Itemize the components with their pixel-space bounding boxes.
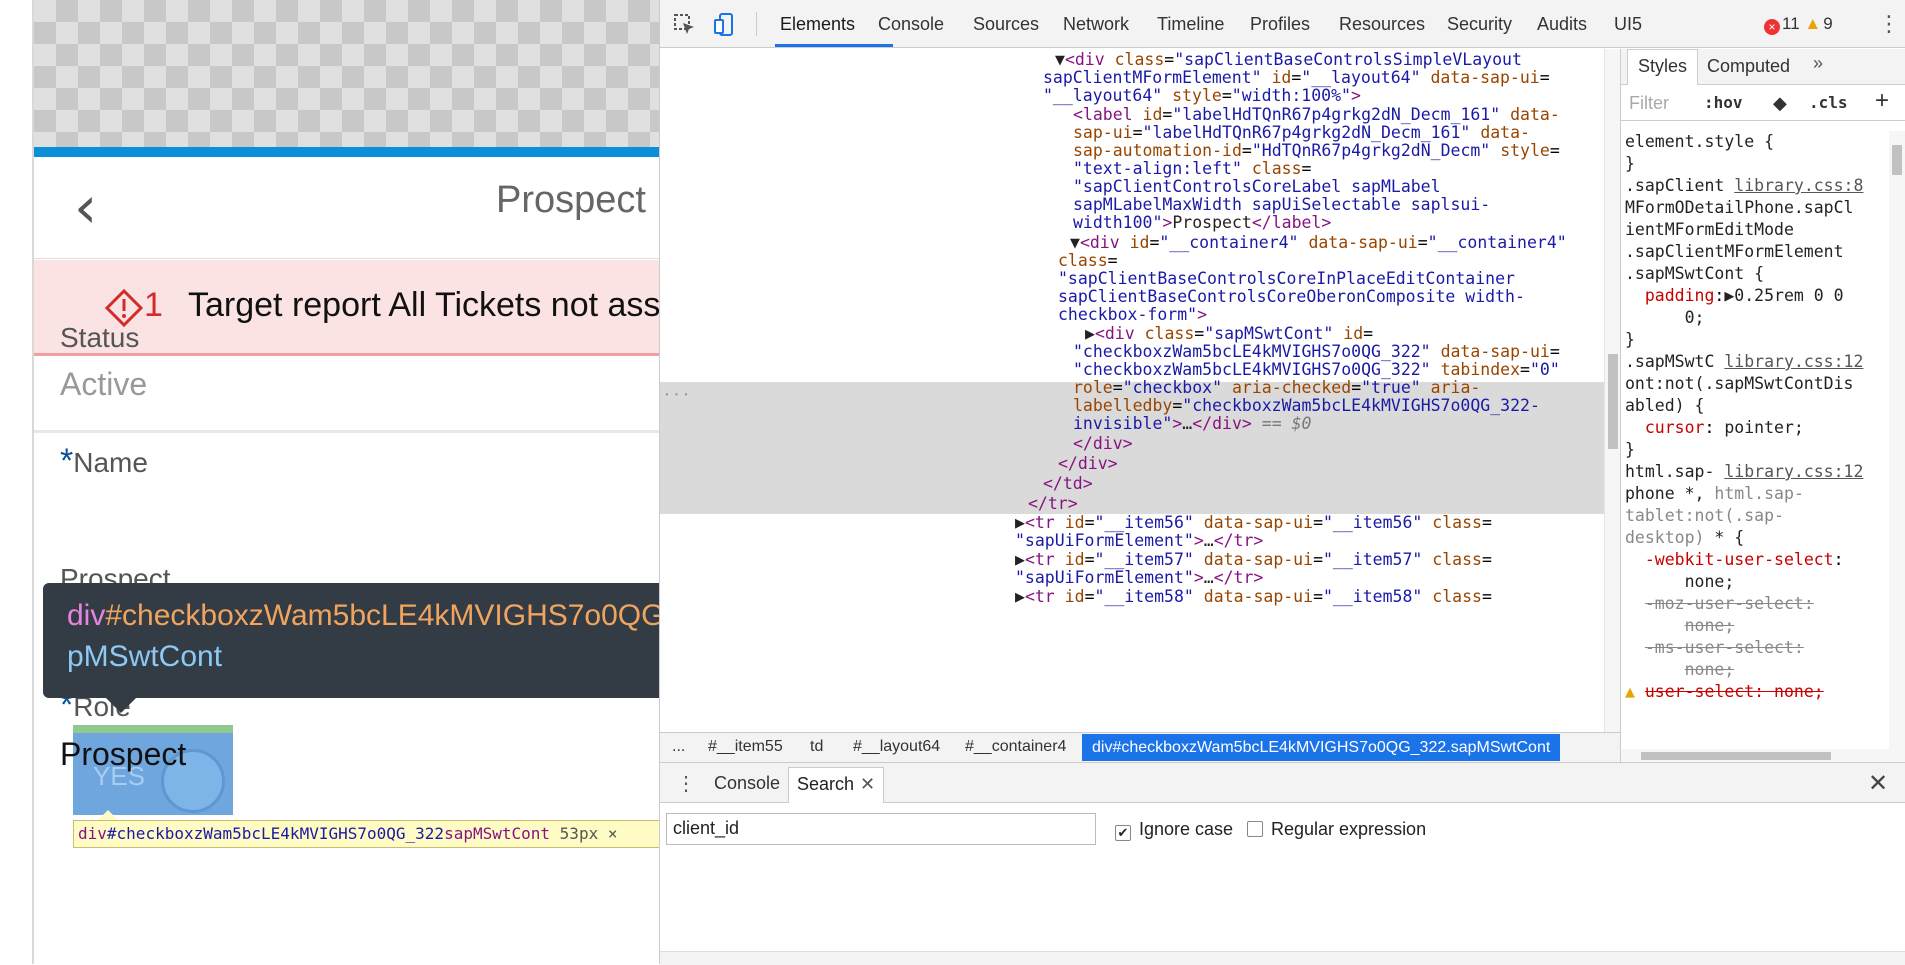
elements-scrollbar[interactable] bbox=[1604, 49, 1620, 732]
filter-input[interactable]: Filter bbox=[1629, 93, 1669, 114]
styles-hscrollbar[interactable] bbox=[1621, 749, 1905, 762]
left-gutter bbox=[0, 0, 34, 964]
name-label: Name bbox=[73, 447, 148, 478]
breadcrumb-item-selected[interactable]: div#checkboxzWam5bcLE4kMVIGHS7o0QG_322.s… bbox=[1082, 734, 1561, 761]
tab-resources[interactable]: Resources bbox=[1339, 14, 1425, 35]
drawer-menu-icon[interactable]: ⋮ bbox=[676, 771, 696, 796]
kebab-menu-icon[interactable]: ⋮ bbox=[1878, 12, 1900, 37]
dom-line[interactable]: ▼<div id="__container4" data-sap-ui="__c… bbox=[1070, 232, 1567, 254]
node-actions-ellipsis[interactable]: ··· bbox=[662, 384, 691, 406]
drawer-tab-search[interactable]: Search ✕ bbox=[788, 767, 885, 803]
ignore-case-checkbox[interactable]: ✔ Ignore case bbox=[1115, 819, 1233, 841]
new-rule-icon[interactable]: + bbox=[1875, 87, 1889, 115]
status-label: Status bbox=[60, 322, 140, 353]
dom-line[interactable]: </div> bbox=[1058, 453, 1118, 475]
header-accent-bar bbox=[34, 147, 659, 157]
checkbox-checked-icon[interactable]: ✔ bbox=[1115, 825, 1131, 841]
header-image-placeholder bbox=[34, 0, 659, 147]
error-count: 11 bbox=[1782, 14, 1800, 33]
elements-dom-tree[interactable]: ··· ▼<div class="sapClientBaseControlsSi… bbox=[660, 49, 1620, 732]
tab-security[interactable]: Security bbox=[1447, 14, 1512, 35]
tab-audits[interactable]: Audits bbox=[1537, 14, 1587, 35]
element-highlight-label: div#checkboxzWam5bcLE4kMVIGHS7o0QG_322sa… bbox=[73, 820, 659, 848]
tooltip-class: pMSwtCont bbox=[67, 640, 223, 673]
page-title: Prospect bbox=[496, 179, 646, 221]
hl-tag: div bbox=[78, 824, 107, 843]
close-tab-icon[interactable]: ✕ bbox=[860, 774, 875, 794]
tab-console[interactable]: Console bbox=[878, 14, 944, 35]
ignore-case-label: Ignore case bbox=[1139, 819, 1234, 839]
devtools-toolbar: Elements Console Sources Network Timelin… bbox=[660, 0, 1905, 48]
styles-filter-bar: Filter :hov ◆ .cls + bbox=[1621, 85, 1905, 121]
dom-line[interactable]: ▶<tr id="__item58" data-sap-ui="__item58… bbox=[1015, 586, 1492, 608]
scrollbar-thumb[interactable] bbox=[1608, 354, 1618, 449]
search-input[interactable]: client_id bbox=[666, 813, 1096, 845]
tooltip-arrow bbox=[105, 697, 137, 713]
dom-line-selected[interactable]: invisible">…</div> == $0 bbox=[1073, 413, 1311, 435]
role-value: Prospect bbox=[60, 736, 187, 772]
scrollbar-thumb[interactable] bbox=[1892, 145, 1902, 175]
dom-line[interactable]: </div> bbox=[1073, 433, 1133, 455]
hover-state-toggle[interactable]: :hov bbox=[1704, 93, 1743, 112]
regex-label: Regular expression bbox=[1271, 819, 1427, 839]
hl-size: 53px × bbox=[559, 824, 618, 843]
more-tabs-icon[interactable]: » bbox=[1813, 53, 1823, 74]
breadcrumb-item[interactable]: #__layout64 bbox=[853, 738, 940, 756]
error-message: Target report All Tickets not assigned bbox=[188, 286, 660, 324]
warning-count: 9 bbox=[1823, 14, 1833, 33]
tab-computed[interactable]: Computed bbox=[1707, 56, 1790, 77]
back-chevron-icon[interactable]: ‹ bbox=[74, 177, 114, 237]
inspect-element-icon[interactable] bbox=[672, 12, 698, 38]
error-icon: × bbox=[1764, 19, 1780, 35]
divider bbox=[34, 430, 659, 433]
drawer-tabbar: ⋮ Console Search ✕ ✕ bbox=[660, 763, 1905, 803]
tab-ui5[interactable]: UI5 bbox=[1614, 14, 1642, 35]
tooltip-id: #checkboxzWam5bcLE4kMVIGHS7o0QG_322 bbox=[105, 599, 659, 632]
inspect-tooltip: div#checkboxzWam5bcLE4kMVIGHS7o0QG_322 p… bbox=[43, 583, 659, 698]
tab-profiles[interactable]: Profiles bbox=[1250, 14, 1310, 35]
regex-checkbox[interactable]: Regular expression bbox=[1247, 819, 1426, 840]
styles-tabbar: Styles Computed » bbox=[1621, 49, 1905, 85]
dom-line[interactable]: width100">Prospect</label> bbox=[1073, 212, 1331, 234]
styles-scrollbar[interactable] bbox=[1889, 131, 1905, 751]
dom-line[interactable]: </td> bbox=[1043, 473, 1093, 495]
error-warning-counter[interactable]: × 11 ▲ 9 bbox=[1764, 14, 1833, 35]
breadcrumb-item[interactable]: td bbox=[810, 738, 823, 756]
class-toggle[interactable]: .cls bbox=[1809, 93, 1848, 112]
tab-network[interactable]: Network bbox=[1063, 14, 1129, 35]
drawer-tab-search-label: Search bbox=[797, 774, 855, 794]
hl-id: #checkboxzWam5bcLE4kMVIGHS7o0QG_322 bbox=[106, 824, 445, 843]
warning-icon: ▲ bbox=[1804, 14, 1822, 33]
breadcrumb-ellipsis[interactable]: ... bbox=[672, 738, 685, 756]
tab-elements[interactable]: Elements bbox=[780, 14, 855, 35]
scrollbar-thumb[interactable] bbox=[1641, 752, 1831, 760]
name-label-row: *Name bbox=[60, 442, 148, 481]
style-rules[interactable]: element.style { } .sapClient library.css… bbox=[1625, 131, 1889, 703]
close-drawer-icon[interactable]: ✕ bbox=[1868, 769, 1888, 798]
error-count: 1 bbox=[144, 286, 163, 324]
breadcrumb-item[interactable]: #__item55 bbox=[708, 738, 783, 756]
required-marker: * bbox=[60, 442, 74, 480]
app-preview-pane: ‹ Prospect 1 Target report All Tickets n… bbox=[0, 0, 660, 964]
page-header: ‹ Prospect bbox=[34, 157, 659, 259]
styles-pane: Styles Computed » Filter :hov ◆ .cls + e… bbox=[1620, 49, 1905, 762]
device-toolbar-icon[interactable] bbox=[712, 12, 738, 38]
breadcrumb: ... #__item55 td #__layout64 #__containe… bbox=[660, 732, 1620, 762]
hl-class: sapMSwtCont bbox=[444, 824, 551, 843]
drawer-status-bar bbox=[660, 951, 1905, 965]
devtools-panel: Elements Console Sources Network Timelin… bbox=[660, 0, 1905, 965]
tab-sources[interactable]: Sources bbox=[973, 14, 1039, 35]
tab-styles[interactable]: Styles bbox=[1627, 49, 1699, 85]
breadcrumb-item[interactable]: #__container4 bbox=[965, 738, 1066, 756]
drawer-tab-console[interactable]: Console bbox=[714, 773, 780, 794]
active-tab-indicator bbox=[775, 44, 893, 47]
toolbar-divider bbox=[756, 12, 757, 36]
tooltip-tag: div bbox=[67, 599, 106, 632]
checkbox-unchecked-icon[interactable] bbox=[1247, 821, 1263, 837]
console-drawer: ⋮ Console Search ✕ ✕ client_id ✔ Ignore ca… bbox=[660, 762, 1905, 965]
tab-timeline[interactable]: Timeline bbox=[1157, 14, 1224, 35]
color-palette-icon[interactable]: ◆ bbox=[1773, 93, 1787, 114]
status-value: Active bbox=[60, 366, 148, 402]
